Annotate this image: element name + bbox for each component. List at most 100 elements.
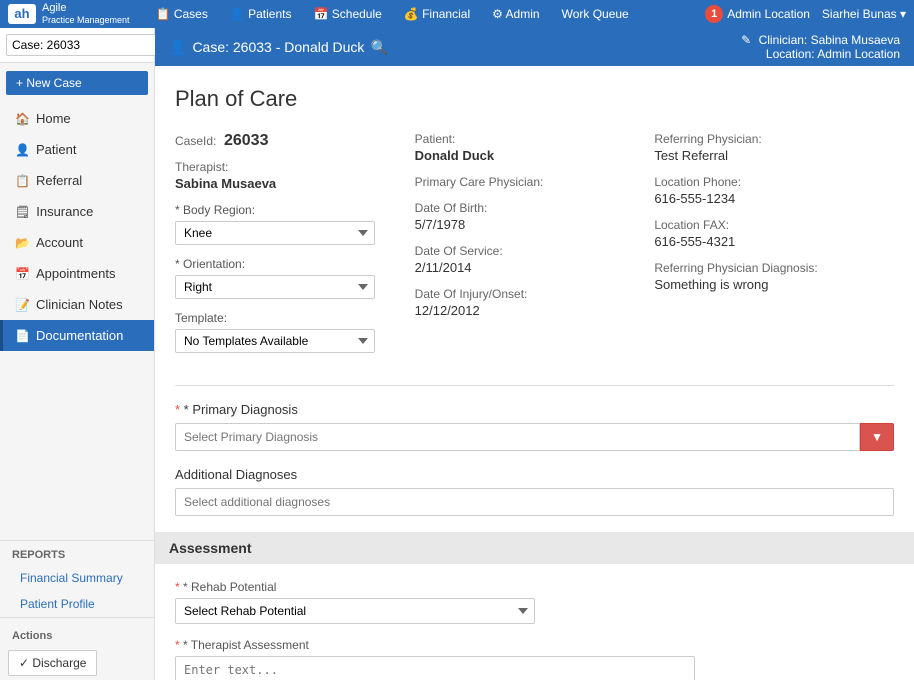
patient-value: Donald Duck bbox=[415, 148, 655, 163]
sidebar-item-documentation[interactable]: 📄 Documentation bbox=[0, 320, 154, 351]
discharge-button[interactable]: ✓ Discharge bbox=[8, 650, 97, 676]
sidebar-item-label: Documentation bbox=[36, 328, 123, 343]
appointments-icon: 📅 bbox=[15, 267, 30, 281]
admin-location-button[interactable]: 1 Admin Location bbox=[705, 5, 810, 23]
content-header: 👤 Case: 26033 - Donald Duck 🔍 ✎ Clinicia… bbox=[155, 28, 914, 66]
info-col-3: Referring Physician: Test Referral Locat… bbox=[654, 132, 894, 365]
additional-diagnoses-label: Additional Diagnoses bbox=[175, 467, 894, 482]
user-menu-button[interactable]: Siarhei Bunas ▾ bbox=[822, 7, 906, 21]
body-region-label: * Body Region: bbox=[175, 203, 415, 217]
admin-location-label: Admin Location bbox=[727, 7, 810, 21]
sidebar-item-label: Referral bbox=[36, 173, 82, 188]
divider-1 bbox=[175, 385, 894, 386]
required-star: * bbox=[175, 402, 184, 417]
dos-value: 2/11/2014 bbox=[415, 260, 655, 275]
doi-label: Date Of Injury/Onset: bbox=[415, 287, 655, 301]
primary-diagnosis-dropdown-button[interactable]: ▼ bbox=[860, 423, 894, 451]
template-label: Template: bbox=[175, 311, 415, 325]
sidebar-item-patient[interactable]: 👤 Patient bbox=[0, 134, 154, 165]
sidebar-item-label: Account bbox=[36, 235, 83, 250]
sidebar-actions-section: Actions ✓ Discharge bbox=[0, 617, 154, 680]
info-col-1: CaseId: 26033 Therapist: Sabina Musaeva … bbox=[175, 132, 415, 365]
sidebar-item-label: Patient bbox=[36, 142, 76, 157]
case-search-icon[interactable]: 🔍 bbox=[370, 39, 387, 56]
primary-diagnosis-label: * * Primary Diagnosis bbox=[175, 402, 894, 417]
sidebar-navigation: 🏠 Home 👤 Patient 📋 Referral 🗒 Insurance … bbox=[0, 103, 154, 536]
sidebar-reports-section: Reports Financial Summary Patient Profil… bbox=[0, 540, 154, 617]
sidebar-item-insurance[interactable]: 🗒 Insurance bbox=[0, 196, 154, 227]
rehab-potential-row: * * Rehab Potential Select Rehab Potenti… bbox=[175, 580, 894, 624]
rehab-potential-select[interactable]: Select Rehab Potential bbox=[175, 598, 535, 624]
sidebar-item-label: Home bbox=[36, 111, 71, 126]
case-icon: 👤 bbox=[169, 39, 186, 56]
therapist-row: Therapist: Sabina Musaeva bbox=[175, 160, 415, 191]
patient-icon: 👤 bbox=[15, 143, 30, 157]
case-search-bar: 🔍 bbox=[0, 28, 154, 63]
nav-admin[interactable]: ⚙ Admin bbox=[482, 4, 549, 24]
location-phone-label: Location Phone: bbox=[654, 175, 894, 189]
sidebar-financial-summary[interactable]: Financial Summary bbox=[0, 565, 154, 591]
logo: ah Agile Practice Management bbox=[8, 2, 130, 26]
orientation-form: * Orientation: Right bbox=[175, 257, 415, 299]
edit-icon[interactable]: ✎ bbox=[741, 33, 751, 47]
caseid-value: 26033 bbox=[224, 132, 269, 149]
nav-items: 📋 Cases 👤 Patients 📅 Schedule 💰 Financia… bbox=[146, 4, 639, 24]
account-icon: 📂 bbox=[15, 236, 30, 250]
therapist-assessment-textarea[interactable] bbox=[175, 656, 695, 680]
dob-label: Date Of Birth: bbox=[415, 201, 655, 215]
referral-icon: 📋 bbox=[15, 174, 30, 188]
primary-diagnosis-row: ▼ bbox=[175, 423, 894, 451]
sidebar-item-clinician-notes[interactable]: 📝 Clinician Notes bbox=[0, 289, 154, 320]
therapist-label: Therapist: bbox=[175, 160, 415, 174]
top-navigation: ah Agile Practice Management 📋 Cases 👤 P… bbox=[0, 0, 914, 28]
pcp-label: Primary Care Physician: bbox=[415, 175, 655, 189]
admin-badge: 1 bbox=[705, 5, 723, 23]
additional-diagnoses-input[interactable] bbox=[175, 488, 894, 516]
nav-workqueue[interactable]: Work Queue bbox=[552, 4, 639, 24]
content-header-title: 👤 Case: 26033 - Donald Duck 🔍 bbox=[169, 39, 388, 56]
therapist-assessment-row: * * Therapist Assessment bbox=[175, 638, 894, 680]
therapist-assessment-label: * * Therapist Assessment bbox=[175, 638, 894, 652]
content-header-right: ✎ Clinician: Sabina Musaeva Location: Ad… bbox=[741, 33, 900, 61]
sidebar-patient-profile[interactable]: Patient Profile bbox=[0, 591, 154, 617]
body-region-select[interactable]: Knee bbox=[175, 221, 375, 245]
template-select[interactable]: No Templates Available bbox=[175, 329, 375, 353]
insurance-icon: 🗒 bbox=[15, 205, 30, 219]
template-form: Template: No Templates Available bbox=[175, 311, 415, 353]
sidebar-item-referral[interactable]: 📋 Referral bbox=[0, 165, 154, 196]
body-region-form: * Body Region: Knee bbox=[175, 203, 415, 245]
plan-of-care-title: Plan of Care bbox=[175, 86, 894, 112]
sidebar-item-label: Appointments bbox=[36, 266, 116, 281]
caseid-row: CaseId: 26033 bbox=[175, 132, 415, 150]
home-icon: 🏠 bbox=[15, 112, 30, 126]
new-case-button[interactable]: + New Case bbox=[6, 71, 148, 95]
sidebar-item-account[interactable]: 📂 Account bbox=[0, 227, 154, 258]
orientation-select[interactable]: Right bbox=[175, 275, 375, 299]
clinician-notes-icon: 📝 bbox=[15, 298, 30, 312]
nav-patients[interactable]: 👤 Patients bbox=[220, 4, 302, 24]
nav-cases[interactable]: 📋 Cases bbox=[146, 4, 218, 24]
orientation-label: * Orientation: bbox=[175, 257, 415, 271]
referring-label: Referring Physician: bbox=[654, 132, 894, 146]
nav-financial[interactable]: 💰 Financial bbox=[394, 4, 480, 24]
case-search-input[interactable] bbox=[6, 34, 173, 56]
content-area: 👤 Case: 26033 - Donald Duck 🔍 ✎ Clinicia… bbox=[155, 28, 914, 680]
nav-left: ah Agile Practice Management 📋 Cases 👤 P… bbox=[8, 2, 639, 26]
actions-section-label: Actions bbox=[0, 622, 154, 646]
assessment-section-header: Assessment bbox=[155, 532, 914, 564]
main-layout: 🔍 + New Case 🏠 Home 👤 Patient 📋 Referral… bbox=[0, 28, 914, 680]
nav-schedule[interactable]: 📅 Schedule bbox=[303, 4, 391, 24]
primary-diagnosis-input[interactable] bbox=[175, 423, 860, 451]
ref-diagnosis-label: Referring Physician Diagnosis: bbox=[654, 261, 894, 275]
sidebar-item-home[interactable]: 🏠 Home bbox=[0, 103, 154, 134]
additional-diagnoses-section: Additional Diagnoses bbox=[175, 467, 894, 516]
dob-value: 5/7/1978 bbox=[415, 217, 655, 232]
sidebar-item-appointments[interactable]: 📅 Appointments bbox=[0, 258, 154, 289]
case-title: Case: 26033 - Donald Duck bbox=[192, 39, 364, 55]
reports-section-label: Reports bbox=[0, 541, 154, 565]
info-col-2: Patient: Donald Duck Primary Care Physic… bbox=[415, 132, 655, 365]
logo-text: Agile Practice Management bbox=[42, 2, 130, 26]
location-info: Location: Admin Location bbox=[741, 47, 900, 61]
location-fax-value: 616-555-4321 bbox=[654, 234, 894, 249]
location-phone-value: 616-555-1234 bbox=[654, 191, 894, 206]
